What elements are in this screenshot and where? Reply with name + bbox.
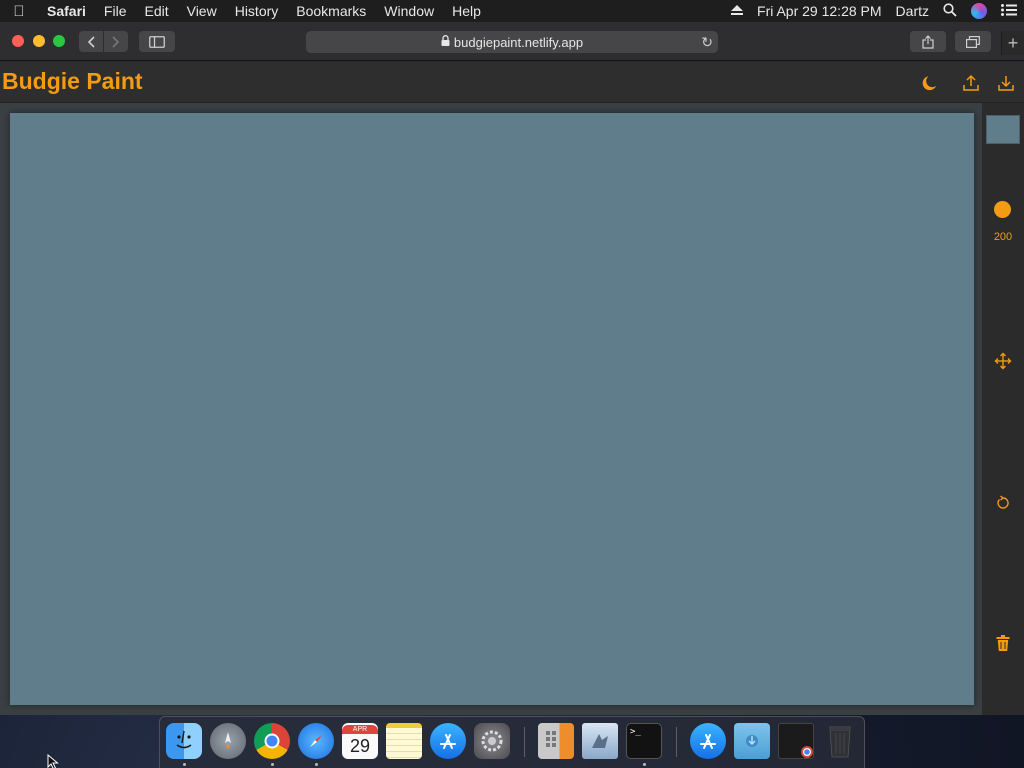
dark-mode-toggle-icon[interactable] [918,72,940,94]
dock-separator [524,727,525,757]
menubar-clock[interactable]: Fri Apr 29 12:28 PM [750,3,889,19]
app-header: Budgie Paint [0,62,1024,103]
menu-help[interactable]: Help [443,3,490,19]
address-url: budgiepaint.netlify.app [453,34,584,50]
paint-canvas[interactable] [10,113,974,705]
dock-separator [676,727,677,757]
finder-dock-icon[interactable] [166,723,202,759]
tool-panel: 200 [982,103,1024,715]
back-button[interactable] [79,31,103,52]
canvas-area [0,103,982,715]
trash-icon[interactable] [993,633,1013,653]
calendar-dock-icon[interactable]: APR 29 [342,723,378,759]
tabs-overview-icon [966,35,980,48]
window-close-button[interactable] [12,35,24,47]
browser-toolbar: budgiepaint.netlify.app ↻ + [0,22,1024,61]
safari-dock-icon[interactable] [298,723,334,759]
dock: APR 29 >_ [159,716,865,768]
running-indicator [643,763,646,766]
undo-icon[interactable] [993,493,1013,513]
reload-icon[interactable]: ↻ [701,34,713,51]
app-title: Budgie Paint [2,68,143,94]
menu-window[interactable]: Window [375,3,443,19]
notification-center-icon[interactable] [994,3,1024,19]
calendar-month: APR [342,724,378,734]
download-icon[interactable] [995,72,1017,94]
menu-file[interactable]: File [95,3,136,19]
eject-icon[interactable] [724,3,750,19]
running-indicator [183,763,186,766]
chevron-right-icon [112,35,120,48]
running-indicator [271,763,274,766]
chrome-window-dock-icon[interactable] [778,723,814,759]
show-tabs-button[interactable] [955,31,991,52]
running-indicator [315,763,318,766]
notes-dock-icon[interactable] [386,723,422,759]
app-store-dock-icon[interactable] [430,723,466,759]
spotlight-search-icon[interactable] [936,2,964,20]
window-minimize-button[interactable] [33,35,45,47]
chevron-left-icon [87,35,95,48]
mouse-cursor-icon [47,753,59,768]
window-fullscreen-button[interactable] [53,35,65,47]
apple-menu-icon[interactable]:  [0,3,38,20]
menu-edit[interactable]: Edit [135,3,177,19]
lock-icon [441,35,450,49]
trash-dock-icon[interactable] [822,723,858,759]
chrome-dock-icon[interactable] [254,723,290,759]
address-bar[interactable]: budgiepaint.netlify.app ↻ [306,31,718,53]
menubar-user[interactable]: Dartz [889,3,936,19]
brush-size-value: 200 [993,231,1013,243]
color-picker-swatch[interactable] [986,115,1020,144]
brush-size-indicator[interactable] [994,201,1011,218]
upload-icon[interactable] [960,72,982,94]
forward-button[interactable] [104,31,128,52]
menu-view[interactable]: View [178,3,226,19]
menu-bookmarks[interactable]: Bookmarks [287,3,375,19]
chrome-badge-icon [801,746,813,758]
menu-app-name[interactable]: Safari [38,3,95,19]
launchpad-dock-icon[interactable] [210,723,246,759]
preview-dock-icon[interactable] [582,723,618,759]
move-arrows-icon[interactable] [993,351,1013,371]
siri-icon[interactable] [971,3,987,19]
safari-window: budgiepaint.netlify.app ↻ + Budgie Paint… [0,22,1024,715]
menu-bar:  Safari File Edit View History Bookmark… [0,0,1024,22]
sidebar-icon [149,35,165,48]
app-store-folder-dock-icon[interactable] [690,723,726,759]
terminal-dock-icon[interactable]: >_ [626,723,662,759]
calendar-day: 29 [349,735,371,756]
menu-history[interactable]: History [226,3,288,19]
downloads-folder-dock-icon[interactable] [734,723,770,759]
system-preferences-dock-icon[interactable] [474,723,510,759]
share-button[interactable] [910,31,946,52]
new-tab-button[interactable]: + [1001,31,1024,55]
calculator-dock-icon[interactable] [538,723,574,759]
sidebar-toggle-button[interactable] [139,31,175,52]
share-icon [922,34,934,49]
